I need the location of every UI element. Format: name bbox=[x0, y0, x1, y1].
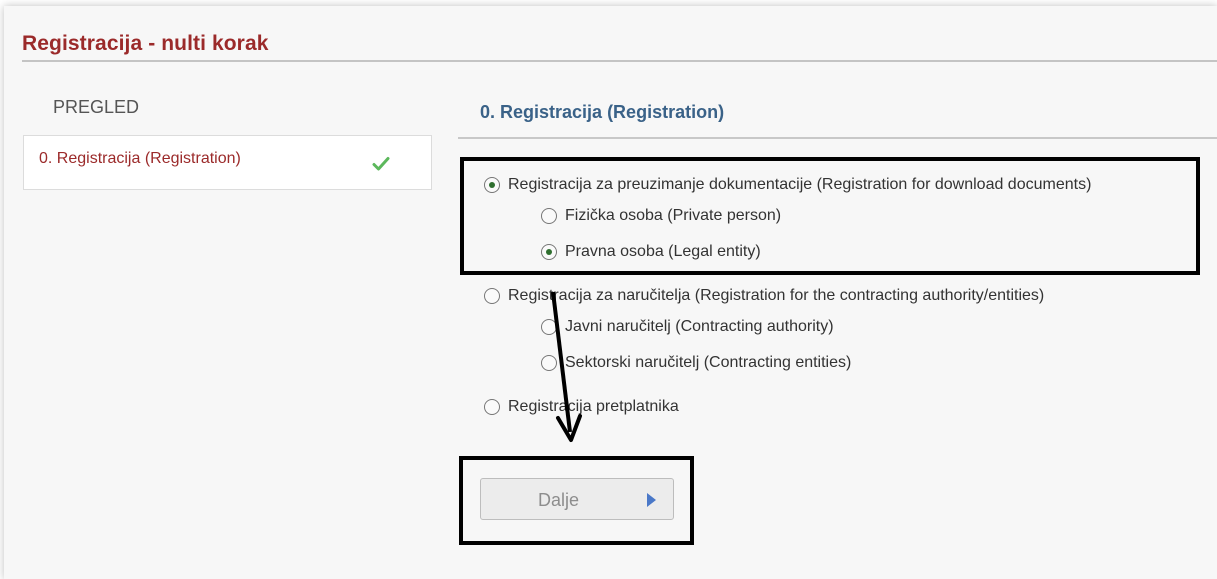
radio-button[interactable] bbox=[541, 208, 557, 224]
radio-label: Registracija za naručitelja (Registratio… bbox=[508, 287, 1045, 304]
radio-option-public-contracting-authority[interactable]: Javni naručitelj (Contracting authority) bbox=[541, 318, 834, 336]
radio-label: Registracija za preuzimanje dokumentacij… bbox=[508, 176, 1092, 193]
radio-label: Registracija pretplatnika bbox=[508, 398, 679, 415]
radio-button[interactable] bbox=[484, 288, 500, 304]
next-button[interactable]: Dalje bbox=[480, 478, 674, 520]
radio-button[interactable] bbox=[541, 355, 557, 371]
radio-button[interactable] bbox=[541, 319, 557, 335]
sidebar-title: PREGLED bbox=[53, 97, 140, 117]
sidebar-item-label: 0. Registracija (Registration) bbox=[39, 150, 241, 167]
radio-button[interactable] bbox=[484, 177, 500, 193]
radio-option-sector-contracting-entities[interactable]: Sektorski naručitelj (Contracting entiti… bbox=[541, 354, 851, 372]
page-title: Registracija - nulti korak bbox=[22, 32, 269, 55]
radio-button[interactable] bbox=[484, 399, 500, 415]
radio-option-download-documents[interactable]: Registracija za preuzimanje dokumentacij… bbox=[484, 176, 1091, 194]
radio-option-legal-entity[interactable]: Pravna osoba (Legal entity) bbox=[541, 243, 761, 261]
title-divider bbox=[22, 60, 1217, 62]
next-button-label: Dalje bbox=[538, 490, 580, 510]
radio-label: Fizička osoba (Private person) bbox=[565, 207, 782, 224]
radio-label: Sektorski naručitelj (Contracting entiti… bbox=[565, 354, 852, 371]
radio-label: Pravna osoba (Legal entity) bbox=[565, 243, 761, 260]
radio-option-contracting-authority-registration[interactable]: Registracija za naručitelja (Registratio… bbox=[484, 287, 1044, 305]
section-title: 0. Registracija (Registration) bbox=[480, 102, 725, 122]
radio-option-subscriber-registration[interactable]: Registracija pretplatnika bbox=[484, 398, 679, 416]
check-icon bbox=[372, 157, 390, 171]
radio-option-private-person[interactable]: Fizička osoba (Private person) bbox=[541, 207, 781, 225]
radio-button[interactable] bbox=[541, 244, 557, 260]
radio-label: Javni naručitelj (Contracting authority) bbox=[565, 318, 834, 335]
sidebar-item-registration[interactable]: 0. Registracija (Registration) bbox=[23, 135, 432, 190]
play-arrow-icon bbox=[647, 493, 656, 507]
section-divider bbox=[458, 137, 1217, 139]
